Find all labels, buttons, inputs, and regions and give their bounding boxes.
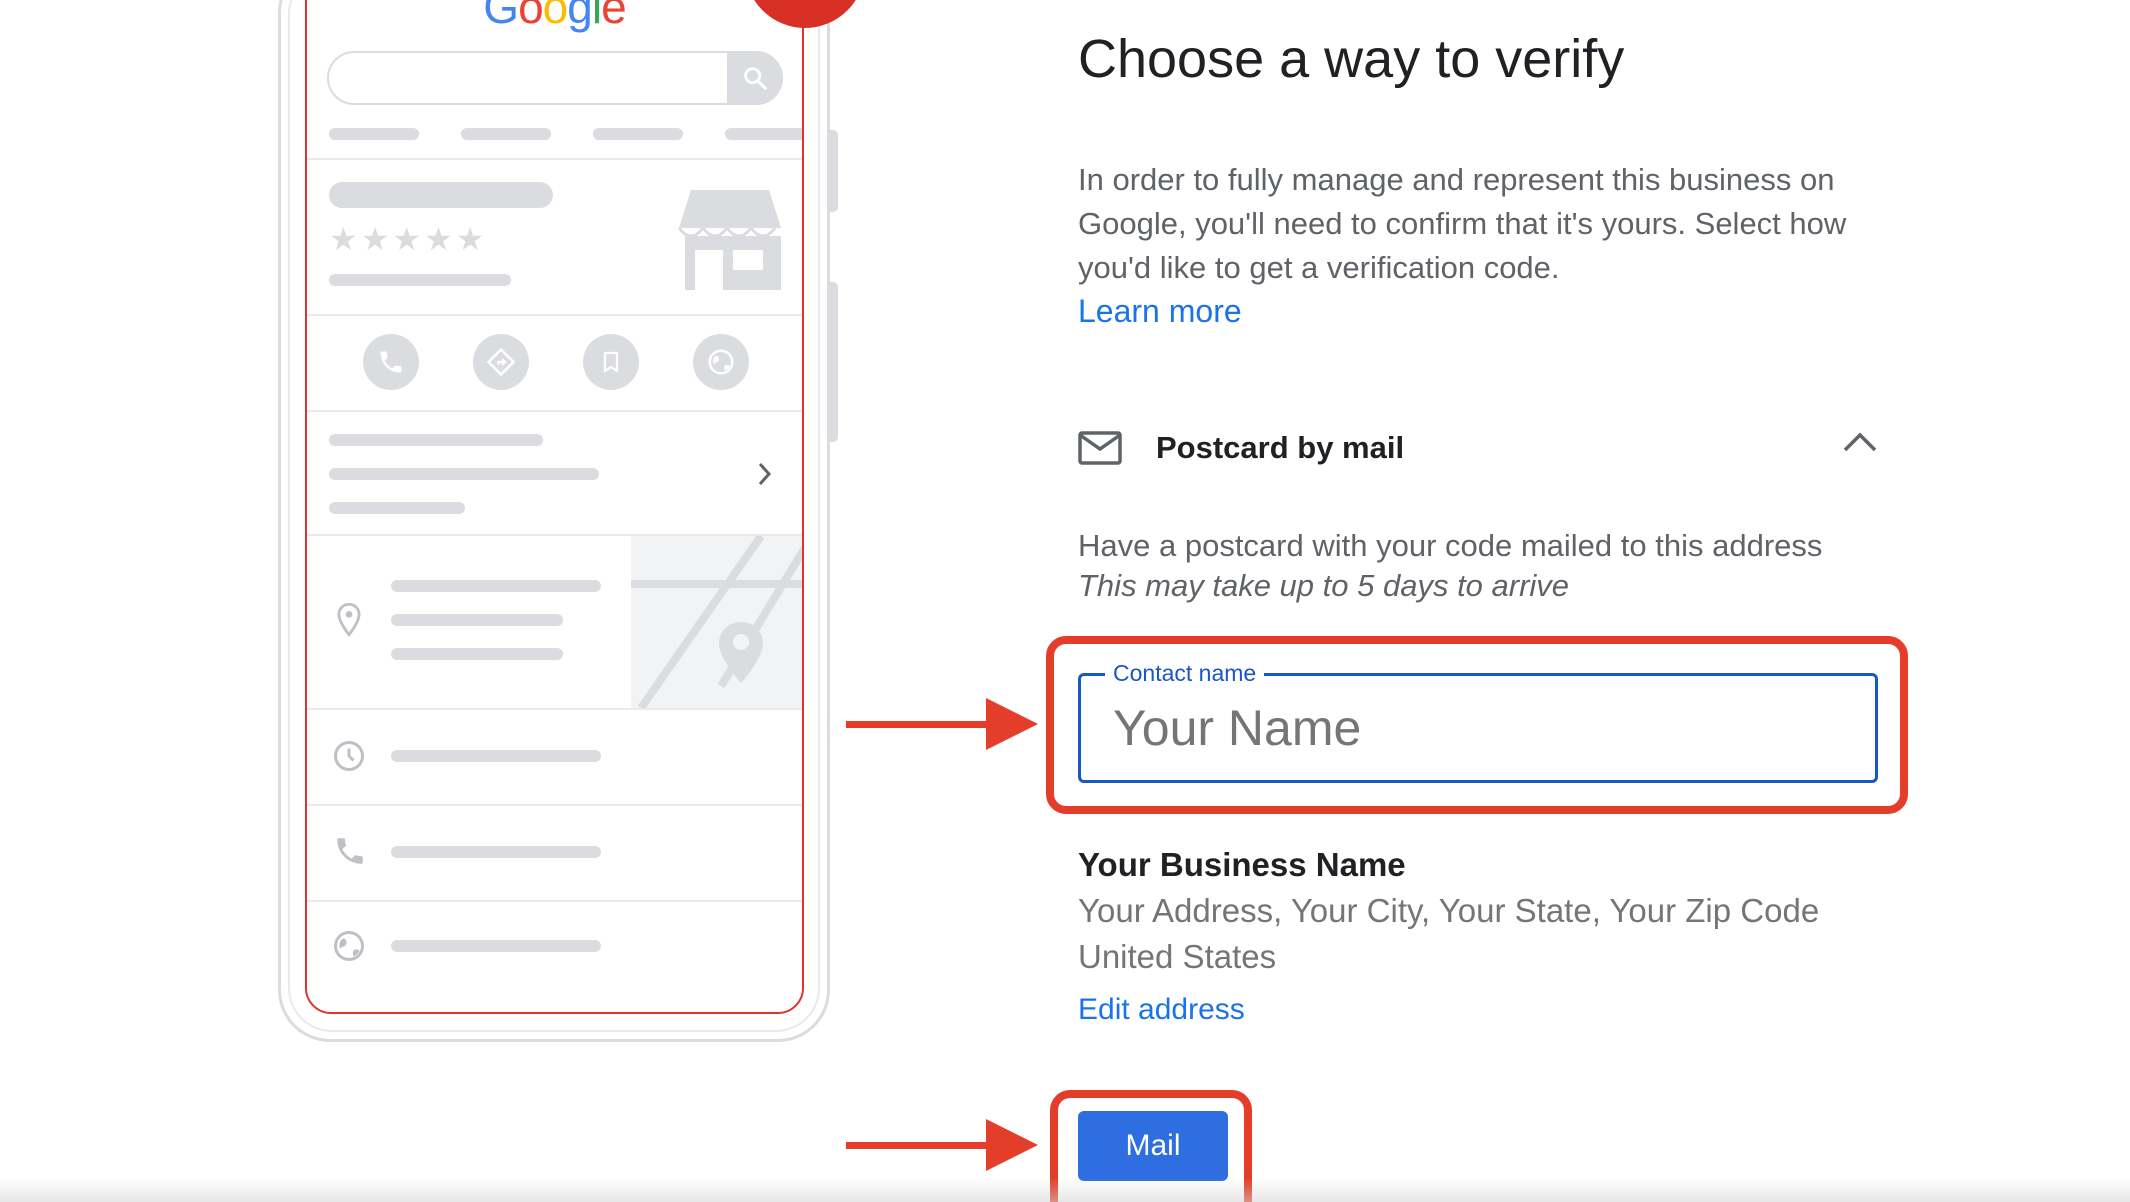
mail-icon (1078, 431, 1122, 465)
postcard-option-header[interactable]: Postcard by mail (1078, 418, 1878, 478)
option-description: Have a postcard with your code mailed to… (1078, 528, 1823, 563)
placeholder-bar (329, 502, 465, 514)
placeholder-bar (725, 128, 802, 140)
bookmark-icon (583, 334, 639, 390)
option-label: Postcard by mail (1156, 430, 1405, 465)
business-name: Your Business Name (1078, 846, 1406, 883)
search-icon (727, 51, 783, 105)
chevron-up-icon[interactable] (1842, 430, 1878, 454)
edit-address-link[interactable]: Edit address (1078, 993, 1245, 1027)
globe-icon (334, 931, 364, 961)
placeholder-bar (593, 128, 683, 140)
rating-stars: ★★★★★ (329, 221, 488, 257)
clock-icon (334, 741, 364, 771)
placeholder-bar (329, 128, 419, 140)
map-thumbnail (631, 536, 802, 708)
divider (307, 158, 802, 160)
arrow-head (986, 698, 1038, 750)
placeholder-bar (391, 750, 601, 762)
placeholder-bar (391, 846, 601, 858)
phone-side-button (828, 130, 838, 212)
globe-icon (693, 334, 749, 390)
arrow-to-contact-field (846, 721, 996, 728)
placeholder-bar (329, 434, 543, 446)
google-logo: Google (483, 0, 626, 33)
placeholder-bar (391, 940, 601, 952)
bottom-shadow (0, 1178, 2130, 1202)
divider (307, 410, 802, 412)
placeholder-bar (329, 274, 511, 286)
placeholder-bar (329, 468, 599, 480)
chevron-right-icon (758, 462, 772, 486)
placeholder-bar (329, 182, 553, 208)
arrow-head (986, 1119, 1038, 1171)
storefront-icon (677, 190, 781, 290)
placeholder-bar (391, 614, 563, 626)
phone-icon (363, 334, 419, 390)
business-country: United States (1078, 938, 1277, 975)
arrow-to-mail-button (846, 1142, 996, 1149)
contact-name-input[interactable] (1081, 676, 1875, 780)
divider (307, 804, 802, 806)
placeholder-bar (391, 580, 601, 592)
contact-name-field[interactable]: Contact name (1078, 660, 1878, 783)
divider (307, 314, 802, 316)
placeholder-bar (461, 128, 551, 140)
divider (307, 708, 802, 710)
learn-more-link[interactable]: Learn more (1078, 293, 1242, 330)
page-title: Choose a way to verify (1078, 29, 1625, 89)
delivery-note: This may take up to 5 days to arrive (1078, 568, 1570, 603)
directions-icon (473, 334, 529, 390)
placeholder-bar (391, 648, 563, 660)
phone-search-bar (327, 51, 783, 105)
phone-icon (337, 838, 363, 864)
business-address: Your Address, Your City, Your State, You… (1078, 892, 1820, 929)
intro-text: In order to fully manage and represent t… (1078, 162, 1847, 285)
location-pin-icon (337, 602, 361, 637)
phone-screen: Google ★★★★★ (305, 0, 804, 1014)
mail-button[interactable]: Mail (1078, 1111, 1228, 1181)
divider (307, 900, 802, 902)
phone-side-button (828, 282, 838, 442)
